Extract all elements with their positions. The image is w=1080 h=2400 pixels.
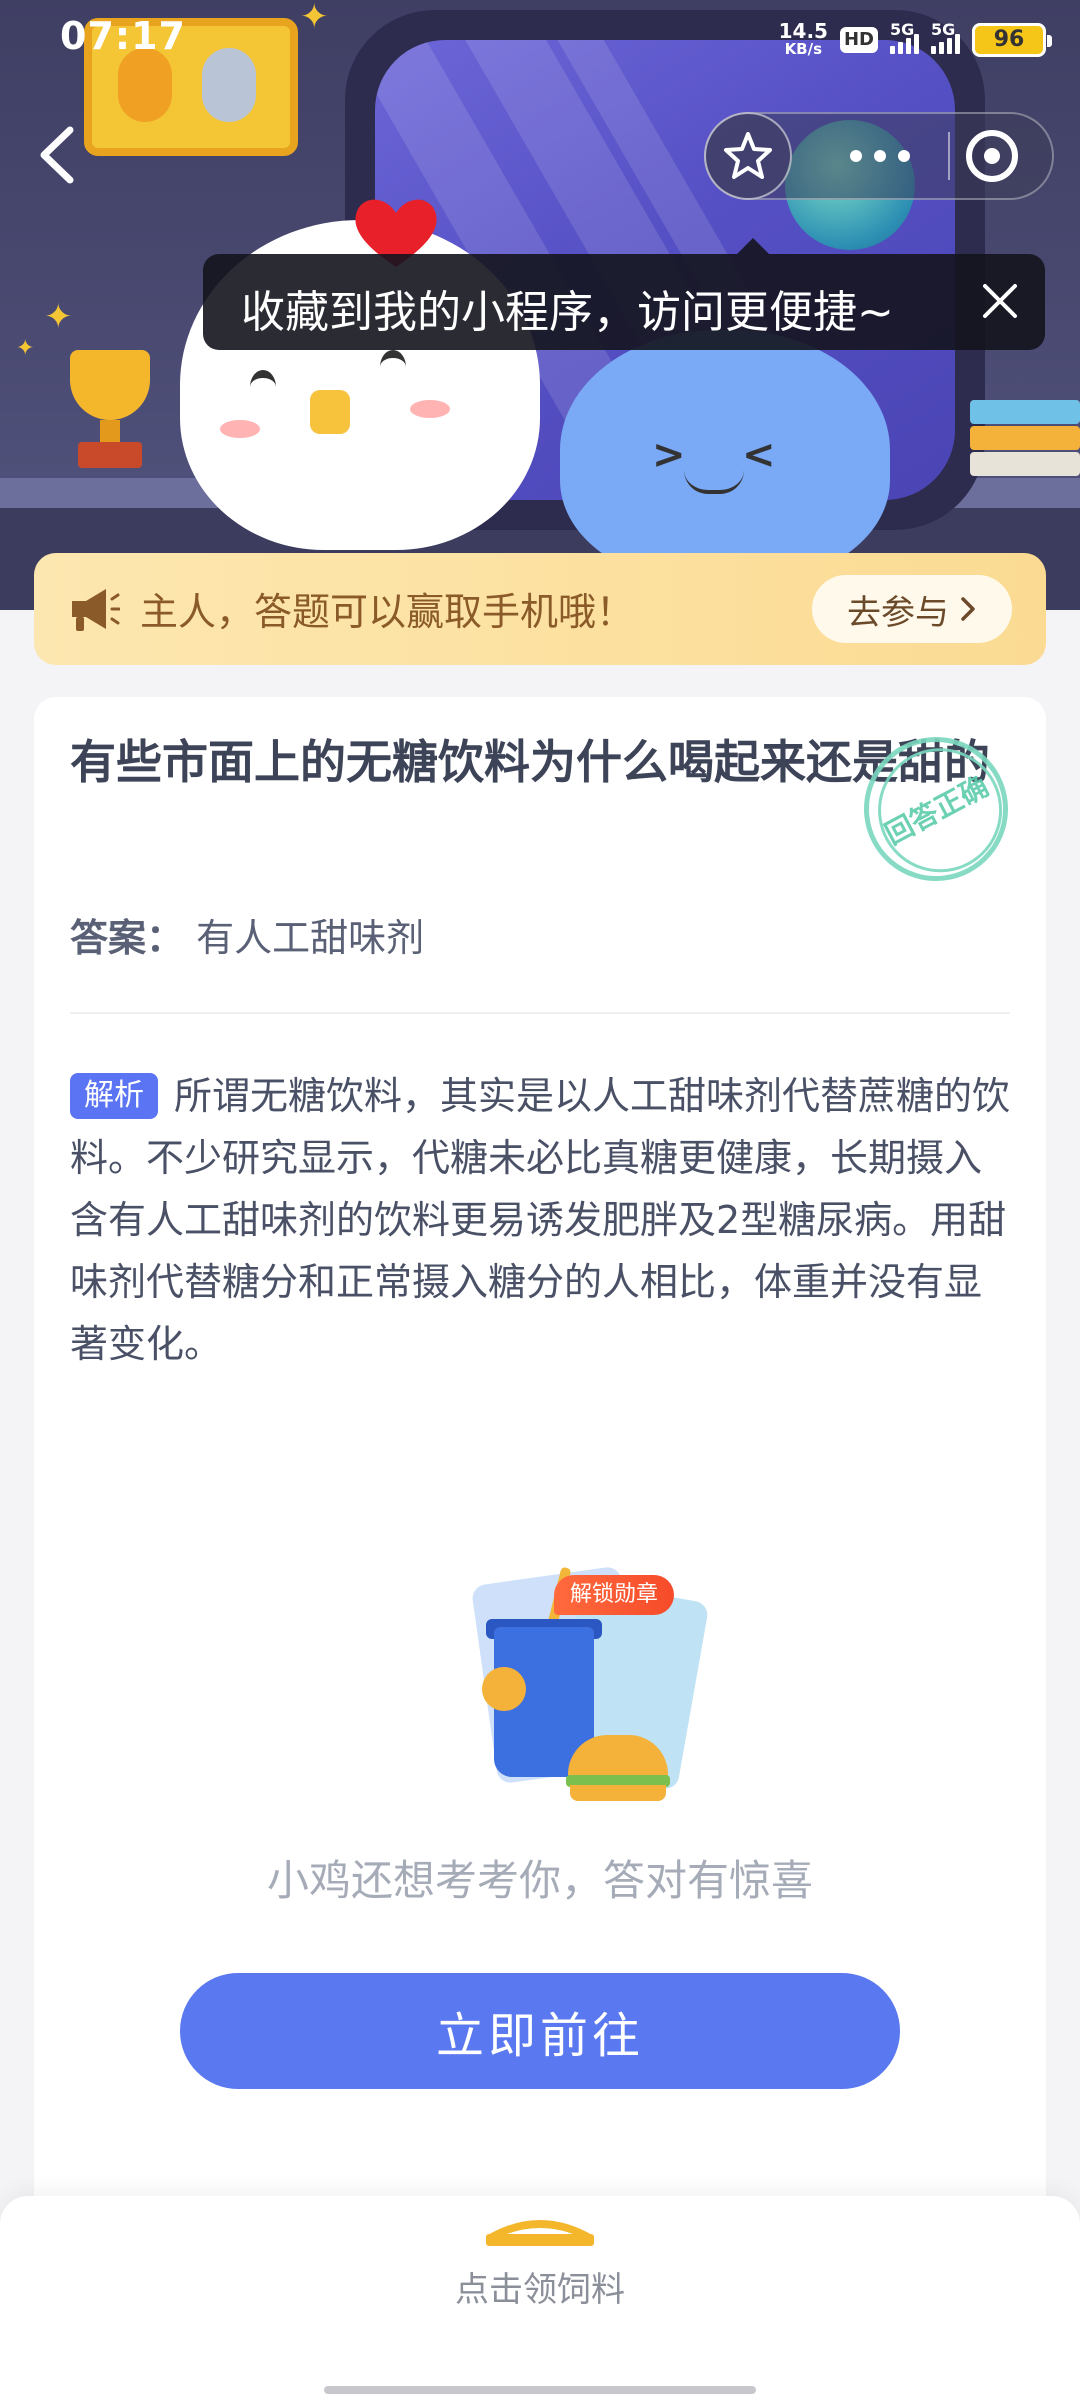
promo-text: 主人，答题可以赢取手机哦！ [140, 590, 635, 634]
status-bar: 07:17 14.5 KB/s HD 5G 5G 96 [0, 0, 1080, 80]
divider [70, 1012, 1010, 1014]
sparkle-icon: ✦ [44, 297, 73, 337]
megaphone-icon [72, 589, 120, 631]
network-speed: 14.5 KB/s [778, 19, 828, 58]
tooltip-text: 收藏到我的小程序，访问更便捷~ [241, 287, 894, 338]
answer-label: 答案： [70, 916, 185, 960]
analysis-paragraph: 解析 所谓无糖饮料，其实是以人工甜味剂代替蔗糖的饮料。不少研究显示，代糖未必比真糖… [70, 1065, 1014, 1375]
target-circle-icon [984, 148, 1000, 164]
more-dots-icon [850, 150, 862, 162]
home-indicator[interactable] [324, 2386, 756, 2394]
chevron-right-icon [961, 597, 975, 621]
close-icon [983, 284, 1017, 318]
participate-button-label: 去参与 [847, 592, 949, 633]
capsule-divider [948, 132, 950, 180]
signal-icon: 5G [890, 20, 919, 54]
back-button[interactable] [30, 120, 90, 190]
answer-card: 有些市面上的无糖饮料为什么喝起来还是甜的 回答正确 答案： 有人工甜味剂 解析所… [34, 697, 1046, 2217]
status-indicators: 14.5 KB/s HD 5G 5G 96 [778, 18, 1052, 62]
chevron-left-icon [40, 126, 74, 184]
seal-mascot: > < [560, 330, 890, 580]
more-button[interactable] [820, 125, 940, 187]
signal-icon: 5G [931, 20, 960, 54]
unlock-medal-badge: 解锁勋章 [554, 1575, 675, 1615]
status-time: 07:17 [60, 14, 186, 58]
feed-label: 点击领饲料 [455, 2270, 625, 2310]
tooltip-close-button[interactable] [977, 278, 1023, 324]
favorite-button[interactable] [704, 112, 792, 200]
feed-bottom-sheet[interactable]: 点击领饲料 [0, 2196, 1080, 2400]
trophy-illustration [60, 350, 160, 470]
books-illustration [970, 400, 1080, 490]
favorite-tooltip: 收藏到我的小程序，访问更便捷~ [203, 238, 1045, 350]
question-title: 有些市面上的无糖饮料为什么喝起来还是甜的 [70, 735, 990, 789]
chevron-up-icon [486, 2220, 594, 2246]
analysis-tag: 解析 [70, 1073, 158, 1119]
star-icon [724, 132, 772, 179]
sparkle-icon: ✦ [16, 336, 35, 361]
close-mini-program-button[interactable] [966, 130, 1018, 182]
answer-value: 有人工甜味剂 [196, 916, 425, 960]
hd-voice-icon: HD [839, 27, 878, 53]
battery-icon: 96 [972, 23, 1052, 57]
answer-row: 答案： 有人工甜味剂 [70, 907, 424, 962]
go-now-button[interactable]: 立即前往 [180, 1973, 900, 2089]
promo-banner[interactable]: 主人，答题可以赢取手机哦！ 去参与 [34, 553, 1046, 665]
teaser-text: 小鸡还想考考你，答对有惊喜 [266, 1856, 813, 1905]
analysis-text: 所谓无糖饮料，其实是以人工甜味剂代替蔗糖的饮料。不少研究显示，代糖未必比真糖更健… [70, 1074, 1011, 1366]
participate-button[interactable]: 去参与 [812, 575, 1012, 643]
